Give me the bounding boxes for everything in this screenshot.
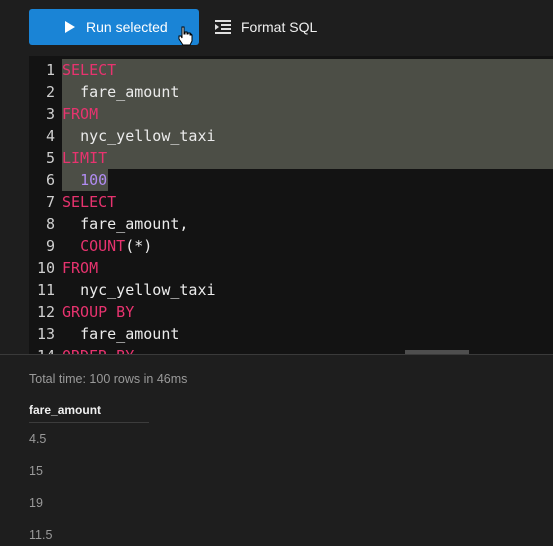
editor-toolbar: Run selected Format SQL [0, 0, 553, 56]
code-text: nyc_yellow_taxi [62, 125, 216, 147]
sql-identifier [62, 281, 80, 299]
result-cell[interactable]: 19 [29, 496, 43, 510]
code-text: LIMIT [62, 147, 107, 169]
sql-identifier: fare_amount [80, 325, 180, 343]
format-sql-label: Format SQL [241, 19, 318, 35]
sql-identifier [62, 83, 80, 101]
code-line[interactable]: 12 GROUP BY [29, 301, 553, 323]
code-text: fare_amount, [62, 213, 188, 235]
sql-identifier: fare_amount [80, 83, 180, 101]
result-cell[interactable]: 15 [29, 464, 43, 478]
play-icon [65, 21, 75, 33]
code-text: GROUP BY [62, 301, 134, 323]
line-number: 3 [45, 105, 55, 123]
code-line[interactable]: 5 LIMIT [29, 147, 553, 169]
code-text: fare_amount [62, 323, 179, 345]
sql-function: COUNT [80, 237, 126, 255]
sql-number: 100 [80, 171, 108, 189]
code-text: fare_amount [62, 81, 179, 103]
results-panel: Total time: 100 rows in 46ms fare_amount… [0, 355, 553, 546]
code-text: nyc_yellow_taxi [62, 279, 216, 301]
code-line[interactable]: 7 SELECT [29, 191, 553, 213]
sql-keyword: SELECT [62, 61, 117, 79]
code-line[interactable]: 1 SELECT [29, 59, 553, 81]
line-number: 13 [36, 325, 55, 343]
code-line[interactable]: 11 nyc_yellow_taxi [29, 279, 553, 301]
sql-keyword: LIMIT [62, 149, 108, 167]
result-cell[interactable]: 11.5 [29, 528, 52, 542]
line-number: 6 [45, 171, 55, 189]
code-text: SELECT [62, 191, 116, 213]
column-header-underline [29, 422, 149, 423]
code-line[interactable]: 13 fare_amount [29, 323, 553, 345]
sql-identifier: nyc_yellow_taxi [80, 127, 216, 145]
sql-editor[interactable]: 1 SELECT 2 fare_amount 3 FROM 4 nyc_yellow_ta… [29, 56, 553, 354]
line-number: 9 [45, 237, 55, 255]
sql-identifier: fare_amount, [80, 215, 189, 233]
run-selected-label: Run selected [86, 19, 168, 35]
sql-identifier [62, 215, 80, 233]
line-number: 4 [45, 127, 55, 145]
column-header-fare-amount[interactable]: fare_amount [29, 403, 101, 417]
line-number: 5 [45, 149, 55, 167]
code-line[interactable]: 8 fare_amount, [29, 213, 553, 235]
code-text: COUNT(*) [62, 235, 152, 257]
sql-identifier [62, 127, 80, 145]
code-line[interactable]: 9 COUNT(*) [29, 235, 553, 257]
code-line[interactable]: 4 nyc_yellow_taxi [29, 125, 553, 147]
sql-keyword: FROM [62, 259, 99, 277]
sql-identifier: (*) [125, 237, 153, 255]
line-number: 2 [45, 83, 55, 101]
code-line[interactable]: 14 ORDER BY [29, 345, 553, 354]
code-text: SELECT [62, 59, 116, 81]
sql-keyword: GROUP BY [62, 303, 135, 321]
format-indent-icon [215, 20, 231, 34]
format-sql-button[interactable]: Format SQL [215, 9, 317, 45]
code-text: ORDER BY [62, 345, 134, 354]
sql-identifier [62, 325, 80, 343]
code-line[interactable]: 10 FROM [29, 257, 553, 279]
sql-identifier: nyc_yellow_taxi [80, 281, 216, 299]
sql-keyword: SELECT [62, 193, 117, 211]
query-summary: Total time: 100 rows in 46ms [29, 372, 188, 386]
result-cell[interactable]: 4.5 [29, 432, 46, 446]
code-line[interactable]: 3 FROM [29, 103, 553, 125]
code-line[interactable]: 6 100 [29, 169, 553, 191]
hand-cursor-icon [178, 26, 193, 46]
line-number: 12 [36, 303, 55, 321]
run-selected-button[interactable]: Run selected [29, 9, 199, 45]
code-text: FROM [62, 103, 98, 125]
line-number: 11 [36, 281, 55, 299]
line-number: 14 [29, 345, 55, 354]
line-number: 7 [45, 193, 55, 211]
code-line[interactable]: 2 fare_amount [29, 81, 553, 103]
code-text: 100 [62, 169, 107, 191]
line-number: 8 [45, 215, 55, 233]
sql-identifier [62, 171, 80, 189]
sql-identifier [62, 237, 80, 255]
line-number: 1 [45, 61, 55, 79]
code-text: FROM [62, 257, 98, 279]
line-number: 10 [36, 259, 55, 277]
sql-keyword: ORDER BY [62, 347, 134, 354]
sql-keyword: FROM [62, 105, 99, 123]
